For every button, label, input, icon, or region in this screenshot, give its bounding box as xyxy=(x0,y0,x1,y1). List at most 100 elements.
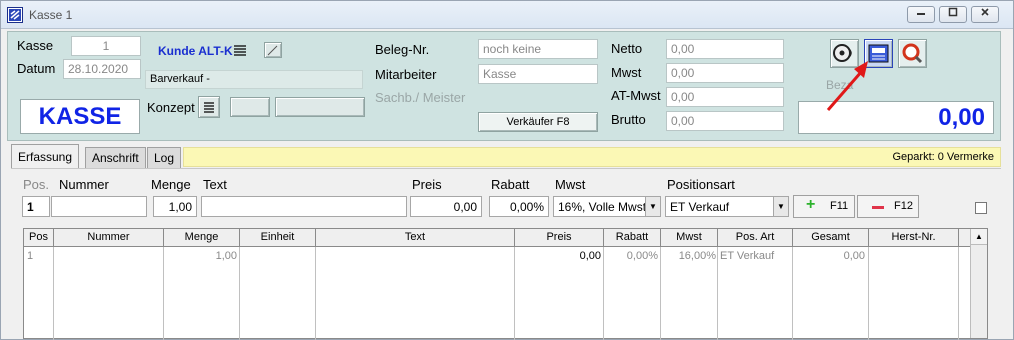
rabatt-input[interactable]: 0,00% xyxy=(489,196,549,217)
maximize-button[interactable] xyxy=(939,6,967,23)
minimize-button[interactable] xyxy=(907,6,935,23)
mwst-label: Mwst xyxy=(611,65,642,80)
row-pos: 1 xyxy=(27,250,34,262)
menge-label: Menge xyxy=(151,177,191,192)
kunde-label[interactable]: Kunde ALT-K xyxy=(158,44,233,58)
beleg-field[interactable]: noch keine xyxy=(478,39,598,59)
kasse-field[interactable]: 1 xyxy=(71,36,141,56)
kasse-window: Kasse 1 Kasse 1 Datum 28.10.2020 KASSE K… xyxy=(0,0,1014,340)
konzept-button-1[interactable] xyxy=(230,97,270,117)
nummer-label: Nummer xyxy=(59,177,109,192)
red-arrow-annotation xyxy=(826,61,868,111)
tab-erfassung[interactable]: Erfassung xyxy=(11,144,80,168)
window-title: Kasse 1 xyxy=(29,8,73,22)
search-button[interactable] xyxy=(898,39,927,68)
col-rabatt[interactable]: Rabatt xyxy=(604,229,661,247)
f11-label: F11 xyxy=(830,200,849,212)
column-divider xyxy=(958,247,959,340)
rabatt-label: Rabatt xyxy=(491,177,530,192)
brutto-label: Brutto xyxy=(611,112,646,127)
col-gesamt[interactable]: Gesamt xyxy=(793,229,869,247)
menge-input[interactable]: 1,00 xyxy=(153,196,197,217)
scroll-up-icon[interactable]: ▲ xyxy=(971,229,987,245)
konzept-label: Konzept xyxy=(147,100,195,115)
title-bar: Kasse 1 xyxy=(1,1,1013,29)
minimize-icon xyxy=(917,13,925,15)
col-text[interactable]: Text xyxy=(316,229,515,247)
col-preis[interactable]: Preis xyxy=(515,229,604,247)
chevron-down-icon[interactable]: ▼ xyxy=(773,197,788,216)
search-icon xyxy=(902,43,923,64)
mwst-label: Mwst xyxy=(555,177,586,192)
mitarbeiter-label: Mitarbeiter xyxy=(375,67,437,82)
positionsart-label: Positionsart xyxy=(667,177,735,192)
barverkauf-field[interactable]: Barverkauf - xyxy=(145,70,363,89)
plus-icon: + xyxy=(806,196,816,213)
col-mwst[interactable]: Mwst xyxy=(661,229,718,247)
col-posart[interactable]: Pos. Art xyxy=(718,229,793,247)
tab-anschrift[interactable]: Anschrift xyxy=(85,147,146,168)
col-einheit[interactable]: Einheit xyxy=(240,229,316,247)
chevron-down-icon[interactable]: ▼ xyxy=(645,197,660,216)
mitarbeiter-field[interactable]: Kasse xyxy=(478,64,598,84)
datum-label: Datum xyxy=(17,61,56,76)
tab-bar: Erfassung Anschrift Log Geparkt: 0 Verme… xyxy=(7,144,1001,168)
maximize-icon xyxy=(948,7,958,17)
mwst-select-value: 16%, Volle Mwst xyxy=(558,200,647,214)
preis-input[interactable]: 0,00 xyxy=(410,196,482,217)
datum-field[interactable]: 28.10.2020 xyxy=(63,59,141,79)
col-nummer[interactable]: Nummer xyxy=(54,229,164,247)
row-menge: 1,00 xyxy=(215,250,237,262)
column-divider xyxy=(239,247,240,340)
col-pos[interactable]: Pos xyxy=(24,229,54,247)
mwst-select[interactable]: 16%, Volle Mwst ▼ xyxy=(553,196,661,217)
add-position-button[interactable]: + F11 xyxy=(793,195,855,218)
mwst-field: 0,00 xyxy=(666,63,784,83)
row-mwst: 16,00% xyxy=(678,250,716,262)
column-divider xyxy=(315,247,316,340)
positionsart-select-value: ET Verkauf xyxy=(670,200,730,214)
text-label: Text xyxy=(203,177,227,192)
column-divider xyxy=(53,247,54,340)
kasse-label: Kasse xyxy=(17,38,54,53)
nummer-input[interactable] xyxy=(51,196,147,217)
close-icon xyxy=(981,8,989,16)
netto-label: Netto xyxy=(611,41,643,56)
brutto-field: 0,00 xyxy=(666,111,784,131)
remove-position-button[interactable]: F12 xyxy=(857,195,919,218)
vertical-scrollbar[interactable]: ▲ xyxy=(970,229,987,338)
verkaeufer-button[interactable]: Verkäufer F8 xyxy=(478,112,598,132)
geparkt-info: Geparkt: 0 Vermerke xyxy=(183,147,1001,167)
row-gesamt: 0,00 xyxy=(843,250,865,262)
positionsart-select[interactable]: ET Verkauf ▼ xyxy=(665,196,789,217)
table-header: Pos Nummer Menge Einheit Text Preis Raba… xyxy=(24,229,970,247)
text-input[interactable] xyxy=(201,196,407,217)
col-herst[interactable]: Herst-Nr. xyxy=(869,229,959,247)
tab-log[interactable]: Log xyxy=(147,147,182,168)
kasse-display: KASSE xyxy=(20,99,140,134)
col-menge[interactable]: Menge xyxy=(164,229,240,247)
f12-label: F12 xyxy=(894,200,913,212)
column-divider xyxy=(717,247,718,340)
pos-input[interactable]: 1 xyxy=(22,196,50,217)
netto-field: 0,00 xyxy=(666,39,784,59)
beleg-label: Beleg-Nr. xyxy=(375,42,430,57)
konzept-button-2[interactable] xyxy=(275,97,365,117)
pen-icon xyxy=(267,45,278,56)
atmwst-field: 0,00 xyxy=(666,87,784,107)
entry-panel: Pos. Nummer Menge Text Preis Rabatt Mwst… xyxy=(11,168,1001,340)
app-icon xyxy=(7,7,23,23)
positions-table: Pos Nummer Menge Einheit Text Preis Raba… xyxy=(23,228,988,340)
preis-label: Preis xyxy=(412,177,442,192)
konzept-list-button[interactable] xyxy=(198,96,220,118)
row-rabatt: 0,00% xyxy=(626,250,658,262)
row-posart: ET Verkauf xyxy=(720,250,775,262)
pos-label: Pos. xyxy=(23,177,50,192)
list-icon[interactable] xyxy=(233,44,247,56)
close-button[interactable] xyxy=(971,6,999,23)
sachb-label: Sachb./ Meister xyxy=(375,90,466,105)
list-icon xyxy=(204,102,214,113)
checkbox[interactable] xyxy=(975,202,987,214)
minus-icon xyxy=(872,206,884,209)
edit-kunde-button[interactable] xyxy=(264,42,282,58)
